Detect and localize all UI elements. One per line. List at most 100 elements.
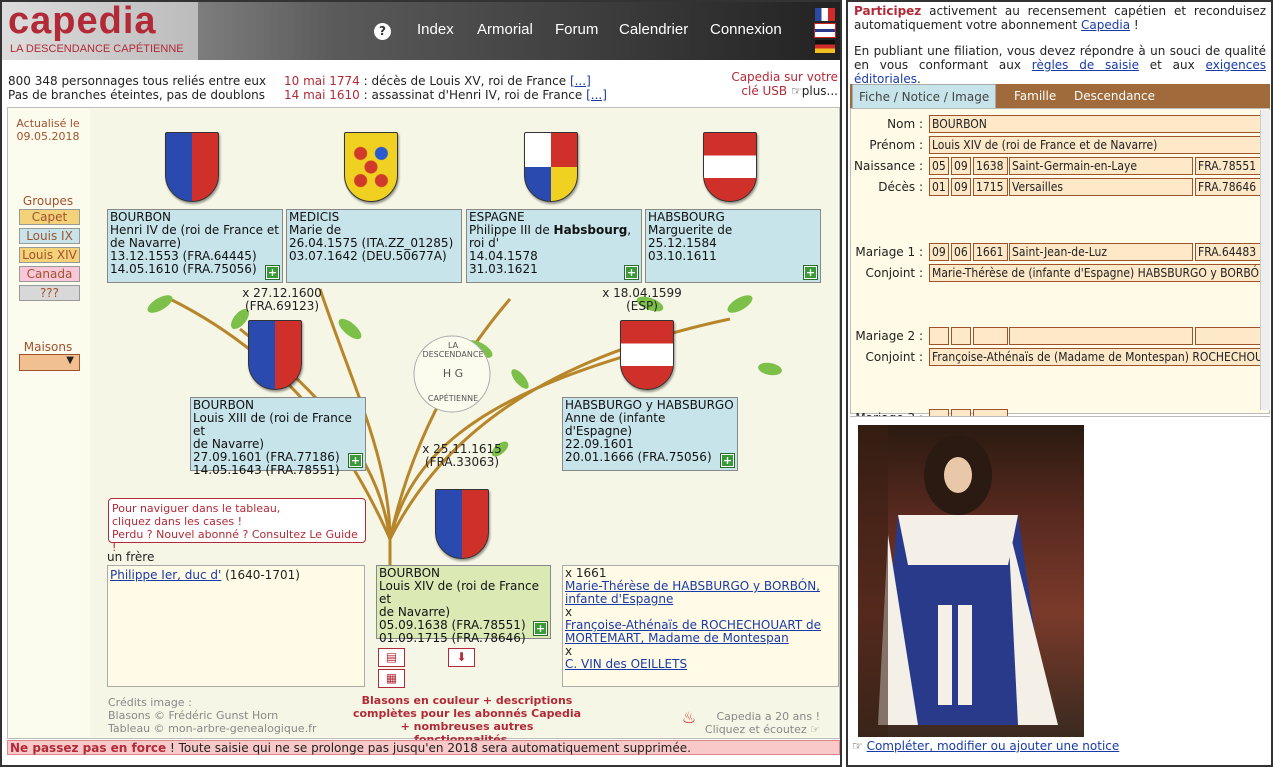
subscriber-promo[interactable]: Blasons en couleur + descriptions complèt… (352, 694, 582, 746)
spouse2-field[interactable]: Françoise-Athénaïs de (Madame de Montesp… (929, 348, 1264, 366)
spouse-link-3[interactable]: C. VIN des OEILLETS (565, 657, 687, 671)
navigation-help-box[interactable]: Pour naviguer dans le tableau, cliquez da… (108, 498, 366, 554)
flag-de-icon[interactable] (815, 40, 835, 53)
person-card-louis-xiii[interactable]: BOURBON Louis XIII de (roi de France et de… (190, 397, 366, 477)
coat-of-arms-louis-xiv[interactable] (435, 489, 489, 559)
rules-link[interactable]: règles de saisie (1032, 58, 1139, 72)
expand-plus-icon[interactable]: + (720, 453, 735, 468)
update-date: Actualisé le 09.05.2018 (16, 117, 80, 143)
spouse-link-1b[interactable]: infante d'Espagne (565, 592, 673, 606)
usb-promo[interactable]: Capedia sur votre clé USB ☞plus... (730, 70, 838, 98)
marriage2-place-field[interactable] (1009, 327, 1193, 345)
help-icon[interactable]: ? (374, 23, 391, 40)
marriage-henri-marie: x 27.12.1600 (FRA.69123) (242, 286, 322, 313)
death-code-field[interactable]: FRA.78646 (1195, 178, 1264, 196)
book-icon[interactable]: ▤ (378, 648, 405, 667)
coat-of-arms-anne[interactable] (620, 320, 674, 390)
marriage1-month-field[interactable]: 06 (951, 243, 971, 261)
marriage1-day-field[interactable]: 09 (929, 243, 949, 261)
tab-bar: Fiche / Notice / Image Famille Descendan… (850, 84, 1270, 108)
arrow-down-icon[interactable]: ⬇ (448, 648, 475, 667)
emblem-monogram: H G (442, 367, 464, 380)
anniversary-audio[interactable]: Capedia a 20 ans ! Cliquez et écoutez ☞ (702, 710, 820, 736)
site-tagline: LA DESCENDANCE CAPÉTIENNE (10, 43, 184, 55)
birth-code-field[interactable]: FRA.78551 (1195, 157, 1264, 175)
coat-of-arms-medicis[interactable] (344, 132, 398, 202)
spouse-link-2b[interactable]: MORTEMART, Madame de Montespan (565, 631, 789, 645)
expand-plus-icon[interactable]: + (803, 265, 818, 280)
person-card-philippe-iii[interactable]: ESPAGNE Philippe III de Habsbourg, roi d' 1… (466, 209, 642, 283)
expand-plus-icon[interactable]: + (265, 265, 280, 280)
spouse-link-2[interactable]: Françoise-Athénaïs de ROCHECHOUART de (565, 618, 821, 632)
edit-notice-link[interactable]: ☞ Compléter, modifier ou ajouter une not… (852, 739, 1119, 753)
marriage2-month-field[interactable] (951, 327, 971, 345)
birth-place-field[interactable]: Saint-Germain-en-Laye (1009, 157, 1193, 175)
coat-of-arms-louis-xiii[interactable] (248, 320, 302, 390)
group-louis-xiv[interactable]: Louis XIV (19, 247, 80, 263)
person-card-louis-xiv[interactable]: BOURBON Louis XIV de (roi de France et de … (376, 565, 551, 645)
portrait-image[interactable] (858, 425, 1084, 737)
marriage1-code-field[interactable]: FRA.64483 (1195, 243, 1264, 261)
sibling-link[interactable]: Philippe Ier, duc d' (110, 568, 221, 582)
logo-area[interactable]: capedia LA DESCENDANCE CAPÉTIENNE (2, 2, 198, 60)
louis-xiv-portrait-illustration (858, 425, 1058, 737)
emblem-top-text: LA DESCENDANCE (422, 341, 484, 359)
coat-of-arms-espagne[interactable] (524, 132, 578, 202)
person-card-marguerite[interactable]: HABSBOURG Marguerite de 25.12.1584 03.10.16… (645, 209, 821, 283)
warning-bar: Ne passez pas en force ! Toute saisie qu… (7, 740, 840, 755)
expand-plus-icon[interactable]: + (624, 265, 639, 280)
person-card-anne-d-autriche[interactable]: HABSBURGO y HABSBURGO Anne de (infante d'… (562, 397, 738, 471)
marriage1-place-field[interactable]: Saint-Jean-de-Luz (1009, 243, 1193, 261)
spouse-link-1[interactable]: Marie-Thérèse de HABSBURGO y BORBÓN, (565, 579, 820, 593)
nav-calendrier[interactable]: Calendrier (619, 21, 688, 38)
nav-armorial[interactable]: Armorial (477, 21, 533, 38)
flag-fr-icon[interactable] (815, 8, 835, 21)
nav-connexion[interactable]: Connexion (710, 21, 782, 38)
marriage2-day-field[interactable] (929, 327, 949, 345)
event-more-link[interactable]: [...] (586, 88, 607, 102)
death-day-field[interactable]: 01 (929, 178, 949, 196)
capedia-link[interactable]: Capedia (1081, 18, 1130, 32)
family-tree-icon[interactable]: ▦ (378, 669, 405, 688)
birth-month-field[interactable]: 09 (951, 157, 971, 175)
coat-of-arms-habsbourg[interactable] (703, 132, 757, 202)
birth-year-field[interactable]: 1638 (973, 157, 1008, 175)
tab-famille[interactable]: Famille (1008, 84, 1062, 108)
marriage-louis-xiii-anne: x 25.11.1615 (FRA.33063) (422, 442, 502, 469)
maisons-select[interactable]: ▼ (19, 354, 80, 371)
expand-plus-icon[interactable]: + (348, 453, 363, 468)
death-year-field[interactable]: 1715 (973, 178, 1008, 196)
marriage2-year-field[interactable] (973, 327, 1008, 345)
expand-plus-icon[interactable]: + (533, 621, 548, 636)
person-card-henri-iv[interactable]: BOURBON Henri IV de (roi de France et de N… (107, 209, 283, 283)
spouse1-field[interactable]: Marie-Thérèse de (infante d'Espagne) HAB… (929, 264, 1264, 282)
nom-field[interactable]: BOURBON (929, 115, 1264, 133)
coat-of-arms-henri-iv[interactable] (165, 132, 219, 202)
flag-uk-icon[interactable] (814, 23, 836, 38)
event-more-link[interactable]: [...] (570, 74, 591, 88)
detail-panel: Participez activement au recensement cap… (846, 0, 1273, 767)
nav-index[interactable]: Index (417, 21, 454, 38)
birth-day-field[interactable]: 05 (929, 157, 949, 175)
person-card-marie-de-medicis[interactable]: MEDICIS Marie de 26.04.1575 (ITA.ZZ_01285)… (286, 209, 462, 283)
death-place-field[interactable]: Versailles (1009, 178, 1193, 196)
tree-panel: capedia LA DESCENDANCE CAPÉTIENNE ? Inde… (0, 0, 842, 767)
groups-title: Groupes (22, 194, 74, 208)
death-month-field[interactable]: 09 (951, 178, 971, 196)
marriage2-code-field[interactable] (1195, 327, 1264, 345)
nav-forum[interactable]: Forum (555, 21, 598, 38)
site-logo[interactable]: capedia (8, 2, 157, 43)
image-credits: Crédits image : Blasons © Frédéric Gunst … (108, 696, 317, 735)
marriage-philippe-marguerite: x 18.04.1599 (ESP) (602, 286, 682, 313)
group-louis-ix[interactable]: Louis IX (19, 228, 80, 244)
group-capet[interactable]: Capet (19, 209, 80, 225)
spouses-box: x 1661 Marie-Thérèse de HABSBURGO y BORB… (562, 565, 839, 687)
marriage1-year-field[interactable]: 1661 (973, 243, 1008, 261)
prenom-field[interactable]: Louis XIV de (roi de France et de Navarr… (929, 136, 1264, 154)
candle-icon[interactable]: ♨ (680, 708, 698, 732)
group-canada[interactable]: Canada (19, 266, 80, 282)
form-scrollbar[interactable] (1260, 110, 1270, 410)
group-unknown[interactable]: ??? (19, 285, 80, 301)
tab-fiche[interactable]: Fiche / Notice / Image (852, 84, 997, 108)
tab-descendance[interactable]: Descendance (1068, 84, 1161, 108)
